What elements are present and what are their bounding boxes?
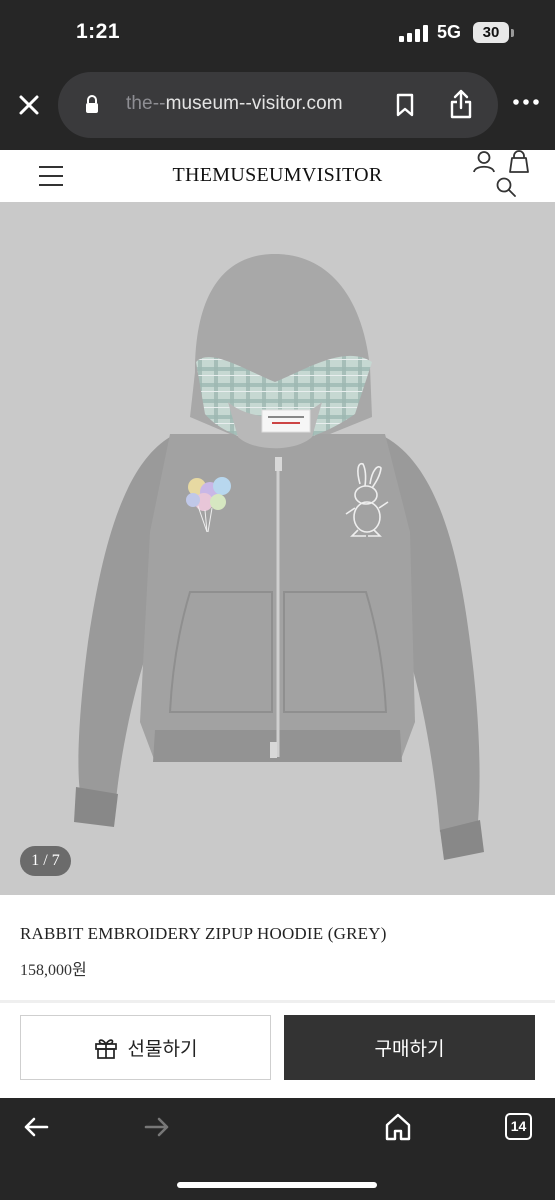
hoodie-illustration bbox=[74, 254, 484, 860]
browser-toolbar: 14 bbox=[0, 1098, 555, 1200]
buy-button-label: 구매하기 bbox=[374, 1039, 445, 1060]
image-counter: 1 / 7 bbox=[20, 846, 71, 876]
site-header: THEMUSEUMVISITOR bbox=[0, 150, 555, 202]
signal-icon bbox=[399, 25, 429, 42]
action-bar: 선물하기 구매하기 bbox=[0, 1003, 555, 1098]
battery-icon: 30 bbox=[473, 22, 509, 43]
share-icon[interactable] bbox=[449, 89, 473, 119]
network-label: 5G bbox=[437, 22, 462, 42]
url-prefix: the-- bbox=[126, 93, 166, 114]
more-icon[interactable] bbox=[512, 92, 540, 112]
url-domain: museum--visitor.com bbox=[165, 93, 343, 114]
lock-icon bbox=[86, 95, 98, 113]
buy-button[interactable]: 구매하기 bbox=[284, 1015, 535, 1080]
search-icon[interactable] bbox=[495, 176, 517, 198]
tabs-icon[interactable]: 14 bbox=[505, 1113, 532, 1140]
status-time: 1:21 bbox=[76, 20, 121, 43]
bookmark-icon[interactable] bbox=[394, 93, 416, 117]
product-image[interactable]: 1 / 7 bbox=[0, 202, 555, 895]
url-field[interactable]: the--museum--visitor.com bbox=[58, 72, 498, 138]
user-icon[interactable] bbox=[472, 150, 496, 174]
status-bar: 1:21 5G 30 bbox=[0, 0, 555, 68]
battery-nub bbox=[511, 29, 514, 37]
product-price: 158,000원 bbox=[20, 962, 87, 979]
close-icon[interactable] bbox=[14, 90, 44, 120]
url-text: the--museum--visitor.com bbox=[126, 93, 343, 115]
gift-button[interactable]: 선물하기 bbox=[20, 1015, 271, 1080]
forward-arrow-icon[interactable] bbox=[144, 1116, 170, 1138]
product-name: RABBIT EMBROIDERY ZIPUP HOODIE (GREY) bbox=[20, 924, 387, 943]
gift-button-label: 선물하기 bbox=[127, 1039, 198, 1060]
back-arrow-icon[interactable] bbox=[23, 1116, 49, 1138]
browser-address-bar: the--museum--visitor.com bbox=[0, 68, 555, 150]
product-info: RABBIT EMBROIDERY ZIPUP HOODIE (GREY) 15… bbox=[0, 895, 555, 1000]
gift-icon bbox=[94, 1038, 117, 1059]
home-icon[interactable] bbox=[384, 1112, 412, 1142]
bag-icon[interactable] bbox=[507, 150, 531, 174]
home-indicator bbox=[177, 1182, 377, 1188]
